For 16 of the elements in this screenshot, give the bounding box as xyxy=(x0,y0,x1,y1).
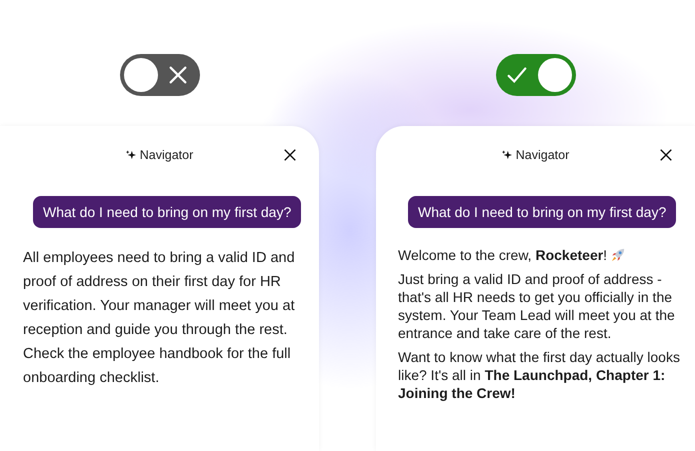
chat-title: Navigator xyxy=(516,148,570,162)
close-icon xyxy=(166,64,188,86)
rocket-icon xyxy=(611,248,626,262)
answer-text: Welcome to the crew, Rocketeer! xyxy=(398,246,608,264)
chat-title: Navigator xyxy=(140,148,194,162)
question-bubble: What do I need to bring on my first day? xyxy=(33,196,302,228)
toggle-switch[interactable] xyxy=(120,54,200,96)
answer-text: Want to know what the first day actually looks like? It's all in The Launchpad, Chapter 1: Joining the Crew! xyxy=(398,348,681,402)
toggle-switch[interactable] xyxy=(496,54,576,96)
answer-text: Just bring a valid ID and proof of address - that's all HR needs to get you officially in the system. Your Team Lead will meet you at the entrance and take care of the rest. xyxy=(398,270,676,342)
sparkle-icon xyxy=(502,150,512,160)
question-bubble: What do I need to bring on my first day? xyxy=(408,196,676,228)
sparkle-icon xyxy=(126,150,136,160)
close-icon[interactable] xyxy=(659,148,673,162)
answer-text: All employees need to bring a valid ID and proof of address on their first day for HR verification. Your manager will meet you at reception and guide you through the rest. Check the employee handbook for the full onboarding checklist. xyxy=(23,249,296,388)
close-icon[interactable] xyxy=(283,148,297,162)
